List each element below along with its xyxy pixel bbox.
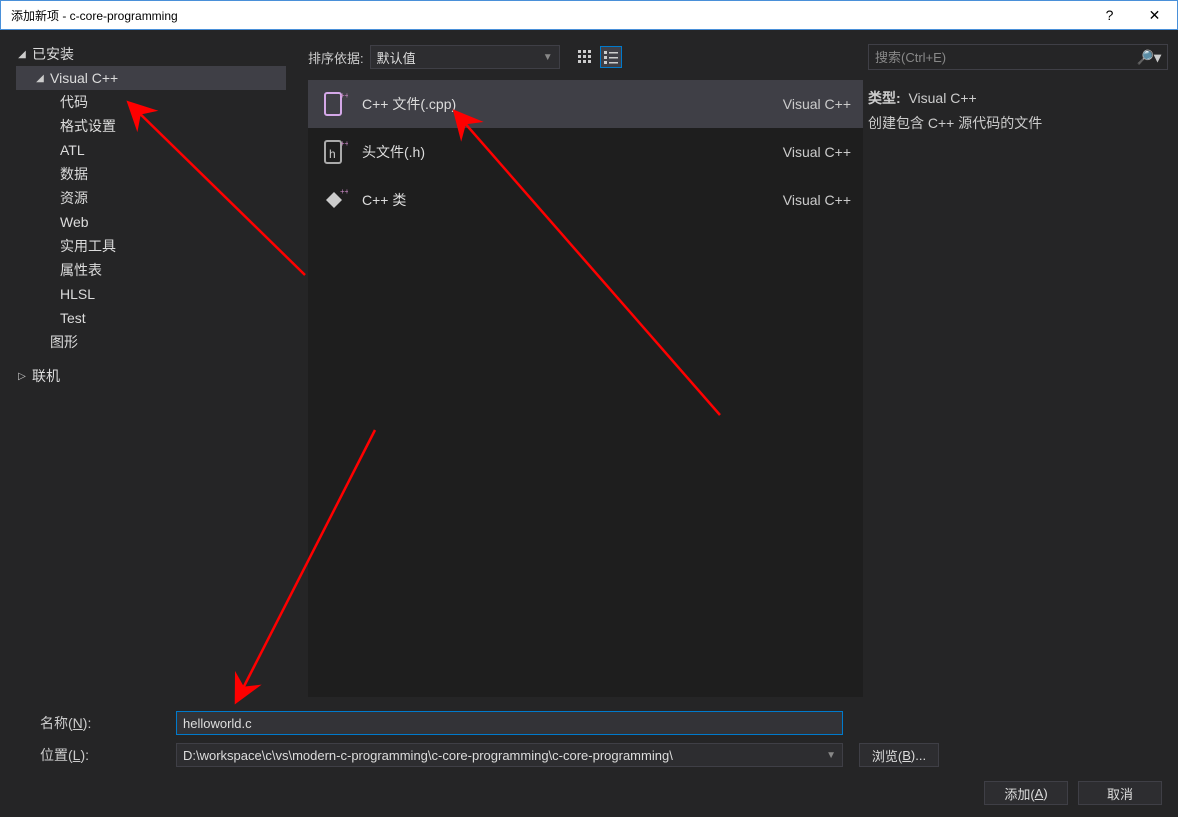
sort-row: 排序依据: 默认值 ▼ — [308, 45, 622, 69]
browse-button[interactable]: 浏览(B)... — [859, 743, 939, 767]
title-bar: 添加新项 - c-core-programming ? ✕ — [0, 0, 1178, 30]
template-name: 头文件(.h) — [362, 142, 783, 162]
tree-item[interactable]: ATL — [16, 138, 286, 162]
svg-text:++: ++ — [340, 187, 348, 196]
cpp-class-icon: ++ — [320, 186, 348, 214]
window-title: 添加新项 - c-core-programming — [11, 7, 1087, 24]
template-lang: Visual C++ — [783, 144, 851, 160]
tree-item[interactable]: 格式设置 — [16, 114, 286, 138]
collapse-icon: ▷ — [16, 371, 28, 382]
template-lang: Visual C++ — [783, 192, 851, 208]
tree-label: Visual C++ — [50, 70, 118, 86]
tree-label: 联机 — [32, 366, 60, 386]
tree-item[interactable]: 代码 — [16, 90, 286, 114]
template-item-cpp-file[interactable]: ++ C++ 文件(.cpp) Visual C++ — [308, 80, 863, 128]
template-name: C++ 文件(.cpp) — [362, 94, 783, 114]
tree-item[interactable]: Test — [16, 306, 286, 330]
location-label: 位置(L): — [40, 745, 160, 765]
location-value: D:\workspace\c\vs\modern-c-programming\c… — [183, 748, 673, 763]
sort-label: 排序依据: — [308, 48, 364, 67]
tree-item-online[interactable]: ▷ 联机 — [16, 364, 286, 388]
expand-icon: ◢ — [16, 49, 28, 60]
close-button[interactable]: ✕ — [1132, 1, 1177, 29]
name-input[interactable] — [176, 711, 843, 735]
template-name: C++ 类 — [362, 190, 783, 210]
search-box[interactable]: 🔎▾ — [868, 44, 1168, 70]
header-file-icon: h ++ — [320, 138, 348, 166]
template-list: ++ C++ 文件(.cpp) Visual C++ h ++ 头文件(.h) V… — [308, 80, 863, 697]
category-tree: ◢ 已安装 ◢ Visual C++ 代码 格式设置 ATL 数据 资源 Web… — [16, 42, 286, 388]
search-input[interactable] — [875, 50, 1133, 65]
chevron-down-icon: ▼ — [826, 750, 836, 761]
add-button[interactable]: 添加(A) — [984, 781, 1068, 805]
type-label: 类型: — [868, 90, 901, 106]
svg-text:h: h — [329, 147, 336, 161]
search-icon[interactable]: 🔎▾ — [1137, 49, 1161, 66]
tree-item[interactable]: Web — [16, 210, 286, 234]
location-dropdown[interactable]: D:\workspace\c\vs\modern-c-programming\c… — [176, 743, 843, 767]
tree-item-installed[interactable]: ◢ 已安装 — [16, 42, 286, 66]
chevron-down-icon: ▼ — [543, 52, 553, 63]
tree-item[interactable]: 数据 — [16, 162, 286, 186]
description: 创建包含 C++ 源代码的文件 — [868, 111, 1168, 136]
name-row: 名称(N): — [40, 707, 1162, 739]
tree-item-graphics[interactable]: 图形 — [16, 330, 286, 354]
tree-item[interactable]: HLSL — [16, 282, 286, 306]
cpp-file-icon: ++ — [320, 90, 348, 118]
grid-view-icon[interactable] — [574, 46, 596, 68]
template-lang: Visual C++ — [783, 96, 851, 112]
info-panel: 类型: Visual C++ 创建包含 C++ 源代码的文件 — [868, 86, 1168, 136]
footer-buttons: 添加(A) 取消 — [984, 781, 1162, 805]
expand-icon: ◢ — [34, 73, 46, 84]
view-mode-icons — [574, 46, 622, 68]
tree-item[interactable]: 实用工具 — [16, 234, 286, 258]
dialog-body: 排序依据: 默认值 ▼ 🔎▾ ◢ 已安装 ◢ — [0, 30, 1178, 817]
svg-text:++: ++ — [340, 139, 348, 148]
type-row: 类型: Visual C++ — [868, 86, 1168, 111]
template-item-header-file[interactable]: h ++ 头文件(.h) Visual C++ — [308, 128, 863, 176]
tree-item-visualcpp[interactable]: ◢ Visual C++ — [16, 66, 286, 90]
type-value: Visual C++ — [908, 90, 976, 106]
cancel-button[interactable]: 取消 — [1078, 781, 1162, 805]
tree-item[interactable]: 属性表 — [16, 258, 286, 282]
tree-item[interactable]: 资源 — [16, 186, 286, 210]
system-buttons: ? ✕ — [1087, 1, 1177, 29]
help-button[interactable]: ? — [1087, 1, 1132, 29]
name-label: 名称(N): — [40, 713, 160, 733]
tree-label: 图形 — [50, 332, 78, 352]
tree-label: 已安装 — [32, 44, 74, 64]
bottom-form: 名称(N): 位置(L): D:\workspace\c\vs\modern-c… — [40, 707, 1162, 771]
template-item-cpp-class[interactable]: ++ C++ 类 Visual C++ — [308, 176, 863, 224]
location-row: 位置(L): D:\workspace\c\vs\modern-c-progra… — [40, 739, 1162, 771]
svg-text:++: ++ — [340, 91, 348, 100]
list-view-icon[interactable] — [600, 46, 622, 68]
sort-value: 默认值 — [377, 48, 416, 67]
sort-dropdown[interactable]: 默认值 ▼ — [370, 45, 560, 69]
